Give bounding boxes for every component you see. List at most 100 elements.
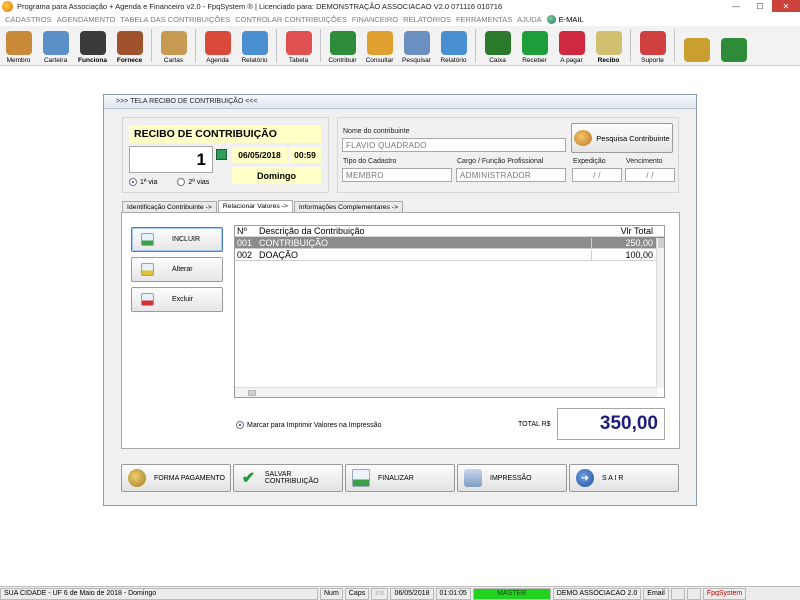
maximize-button[interactable]: ☐: [748, 0, 772, 12]
vencimento-label: Vencimento: [626, 158, 663, 165]
toolbar-separator: [151, 29, 152, 62]
toolbar-button-11[interactable]: Relatório: [435, 26, 472, 66]
search-doc-icon: [403, 31, 430, 55]
menu-bar: CADASTROS AGENDAMENTO TABELA DAS CONTRIBUI…: [0, 13, 800, 26]
toolbar-label: Membro: [6, 57, 31, 64]
contribuinte-label: Nome do contribuinte: [343, 128, 410, 135]
toolbar-button-15[interactable]: Recibo: [590, 26, 627, 66]
toolbar-label: Cartas: [163, 57, 184, 64]
worker-icon: [79, 31, 106, 55]
vertical-scrollbar[interactable]: [656, 238, 664, 388]
toolbar-label: Agenda: [206, 57, 229, 64]
menu-item-7[interactable]: AJUDA: [517, 15, 542, 24]
toolbar-button-5[interactable]: Agenda: [199, 26, 236, 66]
toolbar-button-8[interactable]: Contribuir: [324, 26, 361, 66]
table-row[interactable]: 002 DOAÇÃO 100,00: [235, 249, 664, 261]
cargo-field[interactable]: ADMINISTRADOR: [456, 168, 566, 182]
receive-icon: [521, 31, 548, 55]
finalizar-label: FINALIZAR: [378, 474, 414, 482]
menu-item-3[interactable]: CONTROLAR CONTRIBUIÇÕES: [235, 15, 347, 24]
dialog-title: >>> TELA RECIBO DE CONTRIBUIÇÃO <<<: [104, 95, 696, 109]
toolbar-button-18[interactable]: [715, 26, 752, 66]
status-brand: FpqSystem: [702, 587, 747, 600]
table-row[interactable]: 001 CONTRIBUIÇÃO 250,00: [235, 237, 664, 249]
status-tools-icon[interactable]: [686, 587, 701, 600]
alterar-button[interactable]: Alterar: [131, 257, 223, 282]
scroll-icon: [160, 31, 187, 55]
grid-header: Nº Descrição da Contribuição Vlr Total: [235, 226, 664, 237]
status-email[interactable]: Email: [643, 587, 669, 600]
menu-item-4[interactable]: FINANCEIRO: [352, 15, 398, 24]
menu-item-2[interactable]: TABELA DAS CONTRIBUIÇÕES: [120, 15, 230, 24]
search-contribuinte-button[interactable]: Pesquisa Contribuinte: [571, 123, 673, 153]
forma-pagamento-button[interactable]: FORMA PAGAMENTO: [121, 464, 231, 492]
col-descricao: Descrição da Contribuição: [259, 226, 365, 236]
status-license: DEMO ASSOCIACAO 2.0: [552, 587, 642, 600]
toolbar-button-16[interactable]: Suporte: [634, 26, 671, 66]
minimize-button[interactable]: —: [724, 0, 748, 12]
via-options: 1ª via 2ª vias: [129, 178, 209, 186]
salvar-button[interactable]: ✔ SALVAR CONTRIBUIÇÃO: [233, 464, 343, 492]
scroll-thumb[interactable]: [658, 238, 664, 248]
toolbar-button-3[interactable]: Fornece: [111, 26, 148, 66]
menu-item-0[interactable]: CADASTROS: [5, 15, 52, 24]
edit-icon: [141, 263, 154, 276]
scroll-thumb[interactable]: [248, 390, 256, 396]
toolbar-label: Consultar: [365, 57, 394, 64]
toolbar-separator: [195, 29, 196, 62]
calendar-icon[interactable]: [216, 149, 227, 160]
contribution-grid[interactable]: Nº Descrição da Contribuição Vlr Total 0…: [234, 225, 665, 398]
menu-email-label: E-MAIL: [558, 15, 584, 24]
cargo-label: Cargo / Função Profissional: [457, 158, 544, 165]
toolbar-separator: [276, 29, 277, 62]
print-values-option[interactable]: Marcar para Imprimir Valores na Impressã…: [236, 421, 381, 429]
toolbar-button-13[interactable]: Receber: [516, 26, 553, 66]
incluir-button[interactable]: INCLUIR: [131, 227, 223, 252]
expedicao-field[interactable]: / /: [572, 168, 622, 182]
print-values-radio[interactable]: [236, 421, 244, 429]
row-numero: 001: [237, 237, 253, 248]
app-icon: [2, 1, 13, 12]
receipt-weekday: Domingo: [232, 167, 321, 184]
window-title: Programa para Associação + Agenda e Fina…: [17, 2, 503, 11]
toolbar-button-0[interactable]: Membro: [0, 26, 37, 66]
vencimento-field[interactable]: / /: [625, 168, 675, 182]
status-printer-icon[interactable]: [670, 587, 685, 600]
toolbar-button-12[interactable]: Caixa: [479, 26, 516, 66]
finalizar-button[interactable]: FINALIZAR: [345, 464, 455, 492]
via2-radio[interactable]: [177, 178, 186, 186]
toolbar-button-9[interactable]: Consultar: [361, 26, 398, 66]
impressao-button[interactable]: IMPRESSÃO: [457, 464, 567, 492]
toolbar-button-2[interactable]: Funciona: [74, 26, 111, 66]
print-values-label: Marcar para Imprimir Valores na Impressã…: [247, 421, 382, 429]
delete-icon: [141, 293, 154, 306]
sair-button[interactable]: ➜ S A I R: [569, 464, 679, 492]
coins-icon: [128, 469, 146, 487]
money-icon: [329, 31, 356, 55]
contribuinte-field[interactable]: FLAVIO QUADRADO: [342, 138, 566, 152]
menu-item-6[interactable]: FERRAMENTAS: [456, 15, 512, 24]
menu-email[interactable]: E-MAIL: [546, 15, 584, 24]
tipo-field[interactable]: MEMBRO: [342, 168, 452, 182]
via1-radio[interactable]: [129, 178, 137, 186]
tab-identificacao[interactable]: Identificação Contribuinte ->: [122, 201, 217, 212]
horizontal-scrollbar[interactable]: [235, 387, 657, 397]
receipt-number[interactable]: 1: [129, 146, 213, 173]
toolbar-button-14[interactable]: A pagar: [553, 26, 590, 66]
menu-item-5[interactable]: RELATÓRIOS: [403, 15, 451, 24]
toolbar-button-6[interactable]: Relatório: [236, 26, 273, 66]
toolbar-button-4[interactable]: Cartas: [155, 26, 192, 66]
toolbar-button-7[interactable]: Tabela: [280, 26, 317, 66]
row-valor: 100,00: [591, 249, 657, 260]
toolbar-button-17[interactable]: [678, 26, 715, 66]
toolbar-button-10[interactable]: Pesquisar: [398, 26, 435, 66]
table-icon: [285, 31, 312, 55]
tab-relacionar-valores[interactable]: Relacionar Valores ->: [217, 200, 293, 212]
close-button[interactable]: ✕: [772, 0, 800, 12]
toolbar-label: Recibo: [597, 57, 620, 64]
tab-informacoes[interactable]: Informações Complementares ->: [293, 201, 404, 212]
excluir-button[interactable]: Excluir: [131, 287, 223, 312]
total-label: TOTAL R$: [518, 421, 551, 428]
menu-item-1[interactable]: AGENDAMENTO: [57, 15, 116, 24]
toolbar-button-1[interactable]: Carteira: [37, 26, 74, 66]
